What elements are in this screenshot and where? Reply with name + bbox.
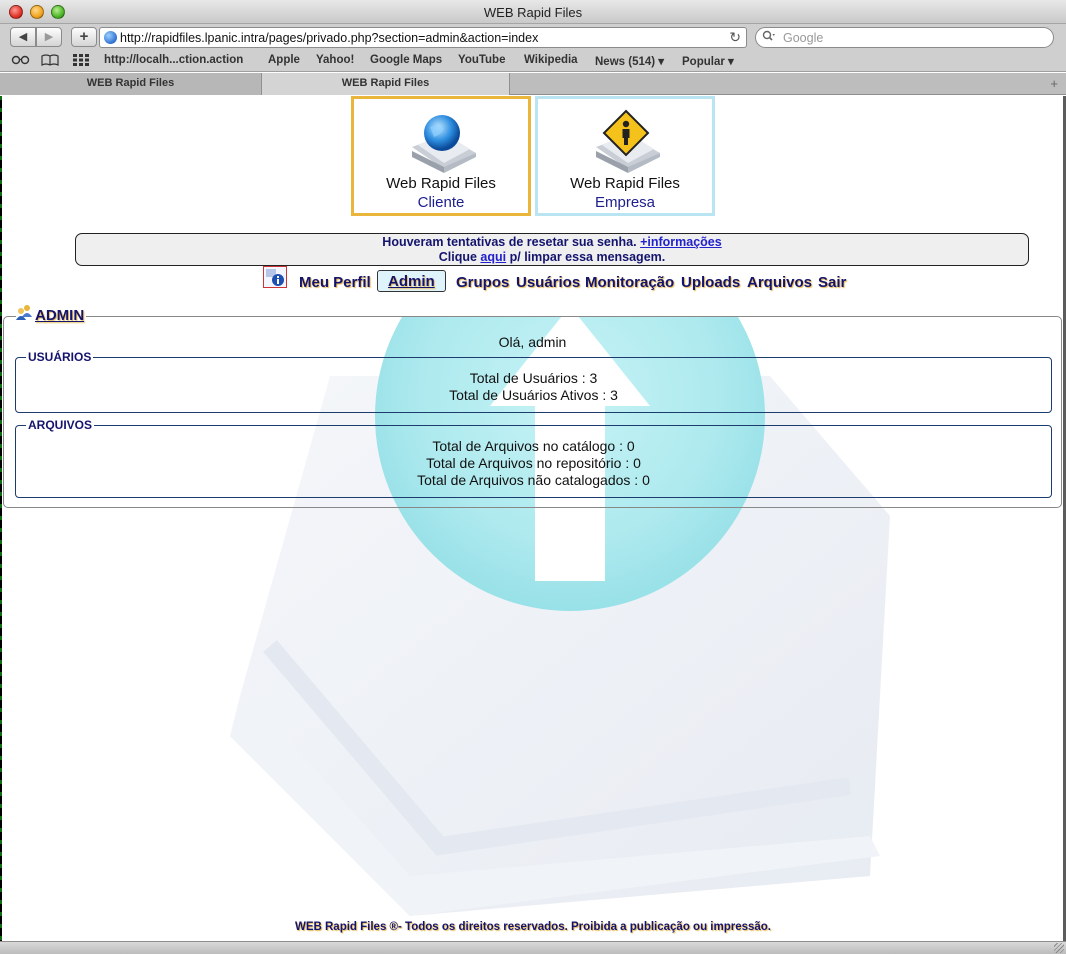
resize-grip-icon[interactable] (1054, 943, 1064, 953)
cliente-card-subtitle: Cliente (417, 194, 465, 211)
tab-web-rapid-files-1[interactable]: WEB Rapid Files (0, 73, 262, 95)
menu-grupos[interactable]: Grupos (456, 274, 509, 291)
admin-legend: ADMIN (16, 305, 87, 327)
menu-admin[interactable]: Admin (377, 270, 446, 292)
bookmarks-bar: http://localh...ction.action Apple Yahoo… (0, 51, 1066, 72)
url-text[interactable]: http://rapidfiles.lpanic.intra/pages/pri… (120, 31, 538, 45)
total-usuarios-ativos: Total de Usuários Ativos : 3 (449, 387, 618, 403)
alert-line-2: Clique aqui p/ limpar essa mensagem. (76, 250, 1028, 265)
total-usuarios: Total de Usuários : 3 (469, 370, 598, 386)
arquivos-fieldset: ARQUIVOS Total de Arquivos no catálogo :… (15, 418, 1052, 498)
window-titlebar: WEB Rapid Files (0, 0, 1066, 24)
person-sign-document-icon (596, 109, 660, 173)
total-arquivos-repositorio: Total de Arquivos no repositório : 0 (426, 455, 641, 471)
total-arquivos-catalogo: Total de Arquivos no catálogo : 0 (432, 438, 635, 454)
bookmark-apple[interactable]: Apple (268, 54, 300, 66)
tab-bar: WEB Rapid Files WEB Rapid Files + (0, 73, 1066, 95)
new-tab-icon[interactable]: + (1050, 76, 1058, 91)
greeting-text: Olá, admin (498, 334, 567, 350)
globe-icon (104, 31, 117, 44)
usuarios-legend: USUÁRIOS (26, 350, 94, 364)
empresa-card-title: Web Rapid Files (570, 175, 680, 192)
left-edge-strip (0, 96, 2, 941)
clear-message-link[interactable]: aqui (480, 250, 506, 264)
empresa-system-card[interactable]: Web Rapid Files Empresa (535, 96, 715, 216)
window-title: WEB Rapid Files (483, 5, 583, 20)
search-placeholder: Google (783, 31, 824, 45)
more-info-link[interactable]: +informações (640, 235, 722, 249)
tab-web-rapid-files-2[interactable]: WEB Rapid Files (262, 73, 510, 95)
alert-click-text: Clique (438, 250, 477, 264)
usuarios-fieldset: USUÁRIOS Total de Usuários : 3 Total de … (15, 350, 1052, 413)
address-bar[interactable]: http://rapidfiles.lpanic.intra/pages/pri… (99, 27, 747, 48)
forward-button[interactable]: ▶ (36, 27, 62, 47)
cliente-system-card[interactable]: Web Rapid Files Cliente (351, 96, 531, 216)
bookmark-yahoo[interactable]: Yahoo! (316, 54, 354, 66)
search-icon (762, 30, 776, 45)
search-input[interactable]: Google (755, 27, 1054, 48)
alert-line-1: Houveram tentativas de resetar sua senha… (76, 235, 1028, 250)
back-button[interactable]: ◀ (10, 27, 36, 47)
total-arquivos-nao-catalogados: Total de Arquivos não catalogados : 0 (417, 472, 650, 488)
arquivos-legend: ARQUIVOS (26, 418, 95, 432)
alert-message: Houveram tentativas de resetar sua senha… (382, 235, 637, 249)
info-icon[interactable] (263, 266, 287, 288)
browser-toolbar: ◀ ▶ + http://rapidfiles.lpanic.intra/pag… (0, 24, 1066, 51)
alert-clear-text: p/ limpar essa mensagem. (509, 250, 666, 264)
menu-usuarios[interactable]: Usuários (516, 274, 580, 291)
reload-icon[interactable]: ↻ (729, 29, 741, 46)
bookmark-localhost[interactable]: http://localh...ction.action (104, 54, 243, 66)
cliente-card-title: Web Rapid Files (386, 175, 496, 192)
password-reset-alert: Houveram tentativas de resetar sua senha… (75, 233, 1029, 266)
add-bookmark-button[interactable]: + (71, 27, 97, 47)
admin-title[interactable]: ADMIN (35, 307, 84, 325)
menu-monitoracao[interactable]: Monitoração (585, 274, 674, 291)
empresa-card-subtitle: Empresa (594, 194, 656, 211)
menu-arquivos[interactable]: Arquivos (747, 274, 812, 291)
status-bar (0, 941, 1066, 954)
bookmark-wikipedia[interactable]: Wikipedia (524, 54, 578, 66)
menu-meu-perfil[interactable]: Meu Perfil (299, 274, 371, 291)
menu-uploads[interactable]: Uploads (681, 274, 740, 291)
bookmark-news[interactable]: News (514) ▾ (595, 54, 664, 68)
page-footer: WEB Rapid Files ®- Todos os direitos res… (294, 921, 772, 933)
menu-sair[interactable]: Sair (818, 274, 846, 291)
page-content: Web Rapid Files Cliente Web Rapid Files … (0, 96, 1066, 941)
bookmark-youtube[interactable]: YouTube (458, 54, 505, 66)
admin-panel: ADMIN Olá, admin USUÁRIOS Total de Usuár… (3, 305, 1062, 508)
top-sites-grid-icon[interactable] (73, 54, 89, 69)
bookmarks-book-icon[interactable] (41, 54, 59, 69)
globe-document-icon (412, 115, 476, 173)
users-group-icon (16, 305, 32, 320)
reading-list-icon[interactable] (11, 54, 31, 69)
bookmark-google-maps[interactable]: Google Maps (370, 54, 442, 66)
bookmark-popular[interactable]: Popular ▾ (682, 54, 734, 68)
